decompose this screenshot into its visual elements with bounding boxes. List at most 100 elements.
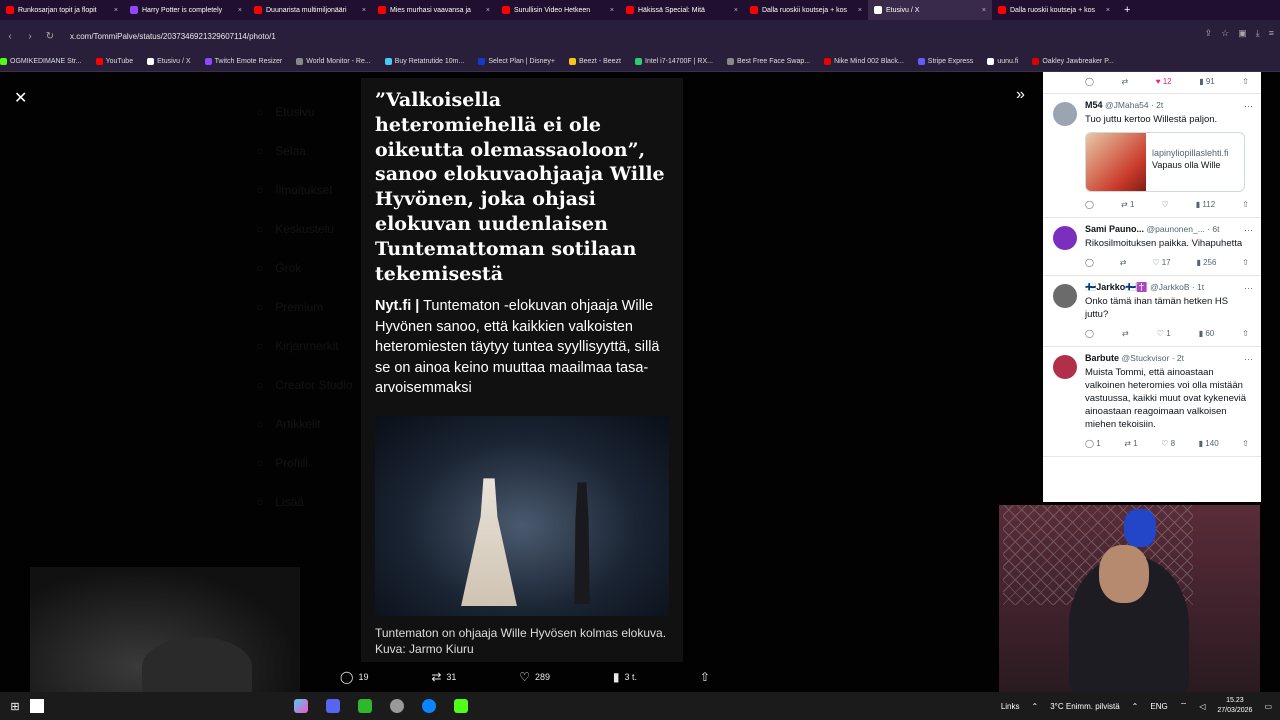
reply-button[interactable]: ◯ 19 [340,670,368,684]
bookmark-5[interactable]: Buy Retatrutide 10m... [384,58,464,65]
link-card[interactable]: lapinyliopillaslehti.fi Vapaus olla Wille [1085,132,1245,192]
url-field[interactable]: x.com/TommiPalve/status/2037346921329607… [70,32,276,41]
heart-icon[interactable]: ♡ 17 [1152,257,1170,269]
copilot-icon[interactable] [294,699,308,713]
share-icon[interactable]: ⇧ [1242,257,1249,269]
close-tab-icon[interactable]: × [362,7,366,14]
tab-0[interactable]: Runkosarjan topit ja flopit × [0,0,124,20]
bookmark-7[interactable]: Beezt - Beezt [568,58,621,65]
avatar[interactable] [1053,226,1077,250]
discord-icon[interactable] [326,699,340,713]
repost-icon[interactable]: ⇄ [1122,328,1129,340]
tab-3[interactable]: Mies murhasi vaavansa ja × [372,0,496,20]
more-icon[interactable]: ··· [1244,282,1253,294]
share-icon[interactable]: ⇧ [1242,438,1249,450]
bookmark-12[interactable]: uunu.fi [987,58,1018,65]
repost-icon[interactable]: ⇄ 1 [1121,199,1134,211]
new-tab-icon[interactable]: + [1124,4,1130,16]
bar-chart-icon[interactable]: ▮ 112 [1196,199,1215,211]
avatar[interactable] [1053,102,1077,126]
bookmark-4[interactable]: World Monitor - Re... [296,58,371,65]
menu-icon[interactable]: ≡ [1269,28,1274,39]
windows-start-icon[interactable]: ⊞ [0,700,30,713]
bookmark-11[interactable]: Stripe Express [917,58,973,65]
avatar[interactable] [1053,284,1077,308]
back-icon[interactable]: ‹ [0,31,20,42]
chevron-right-icon[interactable]: » [1016,86,1025,104]
tab-4[interactable]: Surullisin Video Hetkeen × [496,0,620,20]
bookmark-10[interactable]: Nike Mind 002 Black... [824,58,904,65]
like-button[interactable]: ♥ 12 [1156,76,1172,88]
kick-icon[interactable] [454,699,468,713]
reply-author[interactable]: Sami Pauno... [1085,224,1144,234]
edge-icon[interactable] [422,699,436,713]
close-tab-icon[interactable]: × [610,7,614,14]
bookmark-2[interactable]: Etusivu / X [147,58,191,65]
close-tab-icon[interactable]: × [982,7,986,14]
volume-icon[interactable]: ◁ [1199,702,1205,711]
reply-item[interactable]: ··· M54 @JMaha54 · 2t Tuo juttu kertoo Wil… [1043,94,1261,218]
bookmark-6[interactable]: Select Plan | Disney+ [478,58,555,65]
heart-icon[interactable]: ♡ 8 [1161,438,1175,450]
search-icon[interactable] [30,699,44,713]
reply-icon[interactable]: ◯ [1085,199,1094,211]
reload-icon[interactable]: ↻ [40,31,60,42]
bar-chart-icon[interactable]: ▮ 256 [1196,257,1216,269]
bookmark-star-icon[interactable]: ☆ [1221,28,1229,39]
bookmark-1[interactable]: YouTube [95,58,133,65]
bar-chart-icon[interactable]: ▮ 60 [1199,328,1215,340]
bookmark-0[interactable]: OGMIKEDIMANE Str... [0,58,82,65]
notification-icon[interactable]: ▭ [1264,702,1272,711]
tab-8[interactable]: Dalla ruoskii koutseja + kos × [992,0,1116,20]
close-tab-icon[interactable]: × [734,7,738,14]
reply-author[interactable]: 🇫🇮Jarkko🇫🇮✝️ [1085,282,1148,292]
reply-icon[interactable]: ◯ [1085,257,1094,269]
views-button[interactable]: ▮ 3 t. [613,670,637,684]
close-icon[interactable]: ✕ [14,88,27,108]
wifi-icon[interactable]: ⌔ [1180,701,1188,711]
close-tab-icon[interactable]: × [858,7,862,14]
heart-icon[interactable]: ♡ 1 [1157,328,1171,340]
tab-5[interactable]: Häkissä Special: Mitä × [620,0,744,20]
reply-item[interactable]: ··· Barbute @Stuckvisor · 2t Muista Tommi,… [1043,347,1261,457]
avatar[interactable] [1053,355,1077,379]
download-icon[interactable]: ⤓ [1256,28,1260,39]
extensions-icon[interactable]: ▣ [1238,28,1247,39]
lang-indicator[interactable]: ENG [1150,702,1167,711]
share-icon[interactable]: ⇧ [1242,199,1249,211]
shield-app-icon[interactable] [390,699,404,713]
views-button[interactable]: ▮ 91 [1199,76,1215,88]
tab-2[interactable]: Duunarista multimiljonääri × [248,0,372,20]
bookmark-9[interactable]: Best Free Face Swap... [726,58,810,65]
reply-icon[interactable]: ◯ [1085,328,1094,340]
repost-icon[interactable]: ⇄ [1122,76,1129,88]
heart-icon[interactable]: ♡ [1162,199,1169,211]
bookmark-3[interactable]: Twitch Emote Resizer [204,58,282,65]
tab-6[interactable]: Dalla ruoskii koutseja + kos × [744,0,868,20]
more-icon[interactable]: ··· [1244,353,1253,365]
close-tab-icon[interactable]: × [1106,7,1110,14]
more-icon[interactable]: ··· [1244,224,1253,236]
repost-icon[interactable]: ⇄ [1120,257,1127,269]
repost-icon[interactable]: ⇄ 1 [1124,438,1137,450]
tray-icon[interactable]: ⌃ [1132,702,1139,711]
forward-icon[interactable]: › [20,31,40,42]
weather-widget[interactable]: 3°C Enimm. pilvistä [1050,702,1119,711]
reply-item[interactable]: ··· Sami Pauno... @paunonen_... · 6t Rikos… [1043,218,1261,276]
bar-chart-icon[interactable]: ▮ 140 [1199,438,1219,450]
close-tab-icon[interactable]: × [238,7,242,14]
close-tab-icon[interactable]: × [486,7,490,14]
share-icon[interactable]: ⇧ [1242,328,1249,340]
bookmark-13[interactable]: Oakley Jawbreaker P... [1032,58,1114,65]
reply-icon[interactable]: ◯ [1085,76,1094,88]
links-toolbar[interactable]: Links [1001,702,1020,711]
app-icon[interactable] [358,699,372,713]
reply-icon[interactable]: ◯ 1 [1085,438,1101,450]
chevron-up-icon[interactable]: ⌃ [1032,702,1039,711]
reply-author[interactable]: M54 [1085,100,1103,110]
tab-1[interactable]: Harry Potter is completely × [124,0,248,20]
reply-author[interactable]: Barbute [1085,353,1119,363]
reply-item[interactable]: ··· 🇫🇮Jarkko🇫🇮✝️ @JarkkoB · 1t Onko tämä i… [1043,276,1261,347]
close-tab-icon[interactable]: × [114,7,118,14]
share-icon[interactable]: ⇧ [1242,76,1249,88]
